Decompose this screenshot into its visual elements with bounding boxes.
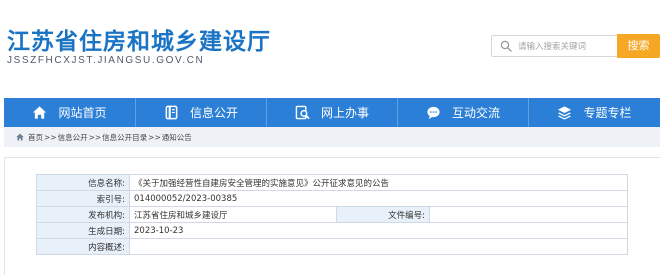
info-label: 文件编号: xyxy=(336,206,430,223)
info-table: 信息名称: 《关于加强经营性自建房安全管理的实施意见》公开征求意见的公告 索引号… xyxy=(36,174,628,255)
info-value: 江苏省住房和城乡建设厅 xyxy=(129,206,337,223)
info-label: 索引号: xyxy=(36,190,130,207)
nav-item-online-services[interactable]: 网上办事 xyxy=(267,98,397,127)
home-icon xyxy=(33,106,47,119)
info-label: 信息名称: xyxy=(36,174,130,191)
table-row: 内容概述: xyxy=(36,238,628,255)
layers-icon xyxy=(558,106,572,120)
info-value: 2023-10-23 xyxy=(129,222,628,239)
search-document-icon xyxy=(295,105,310,120)
document-icon xyxy=(165,105,178,120)
table-row: 发布机构: 江苏省住房和城乡建设厅 文件编号: xyxy=(36,206,628,223)
site-title[interactable]: 江苏省住房和城乡建设厅 xyxy=(7,22,271,56)
breadcrumb-separator: >> xyxy=(148,132,161,142)
nav-item-interaction[interactable]: 互动交流 xyxy=(398,98,528,127)
info-label: 内容概述: xyxy=(36,238,130,255)
table-row: 生成日期: 2023-10-23 xyxy=(36,222,628,239)
table-row: 索引号: 014000052/2023-00385 xyxy=(36,190,628,207)
info-label: 生成日期: xyxy=(36,222,130,239)
search-icon xyxy=(500,40,512,52)
nav-item-info-disclosure[interactable]: 信息公开 xyxy=(136,98,266,127)
search-box[interactable] xyxy=(491,35,618,57)
nav-item-label: 网站首页 xyxy=(58,106,107,120)
breadcrumb-info-disclosure[interactable]: 信息公开 xyxy=(58,132,88,143)
nav-item-special-topics[interactable]: 专题专栏 xyxy=(529,98,660,127)
site-domain: JSSZFHCXJST.JIANGSU.GOV.CN xyxy=(7,55,205,66)
nav-item-label: 网上办事 xyxy=(320,106,369,120)
main-nav: 网站首页 信息公开 网上办事 互动交流 专题专栏 xyxy=(4,98,660,127)
nav-item-label: 信息公开 xyxy=(189,106,238,120)
breadcrumb-separator: >> xyxy=(44,132,57,142)
home-icon xyxy=(16,133,24,141)
breadcrumb-notices[interactable]: 通知公告 xyxy=(162,132,192,143)
chat-bubble-icon xyxy=(427,106,440,120)
search-button[interactable]: 搜索 xyxy=(617,34,660,58)
breadcrumb-separator: >> xyxy=(88,132,102,142)
info-value xyxy=(129,238,628,255)
search-input[interactable] xyxy=(518,39,616,54)
breadcrumb-info-catalog[interactable]: 信息公开目录 xyxy=(102,132,147,143)
site-header: 江苏省住房和城乡建设厅 JSSZFHCXJST.JIANGSU.GOV.CN 搜… xyxy=(0,0,660,98)
info-value xyxy=(429,206,628,223)
table-row: 信息名称: 《关于加强经营性自建房安全管理的实施意见》公开征求意见的公告 xyxy=(36,174,628,191)
nav-item-label: 专题专栏 xyxy=(583,106,632,120)
info-value: 014000052/2023-00385 xyxy=(129,190,628,207)
nav-item-home[interactable]: 网站首页 xyxy=(4,98,135,127)
breadcrumb: 首页 >> 信息公开 >> 信息公开目录 >> 通知公告 xyxy=(4,127,660,147)
nav-item-label: 互动交流 xyxy=(451,106,500,120)
info-label: 发布机构: xyxy=(36,206,130,223)
breadcrumb-home[interactable]: 首页 xyxy=(28,132,43,143)
info-value: 《关于加强经营性自建房安全管理的实施意见》公开征求意见的公告 xyxy=(129,174,628,191)
